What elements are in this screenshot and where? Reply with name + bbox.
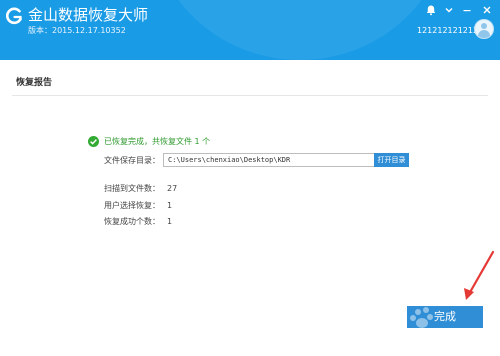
app-window: 金山数据恢复大师 版本：2015.12.17.10352 12121212121… — [0, 0, 500, 356]
watermark-paw-icon — [410, 307, 433, 328]
